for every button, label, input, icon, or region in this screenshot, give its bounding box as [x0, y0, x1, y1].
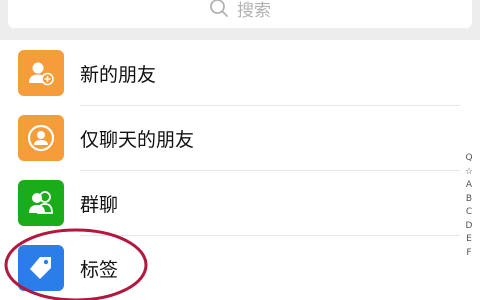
contact-item-tags[interactable]: 标签 — [0, 236, 458, 300]
index-letter[interactable]: E — [466, 233, 472, 247]
index-letter[interactable]: B — [466, 193, 472, 207]
new-friend-icon — [18, 50, 64, 96]
index-letter[interactable]: D — [466, 220, 473, 234]
group-chat-icon — [18, 180, 64, 226]
search-bar-area: 搜索 — [0, 0, 480, 40]
contact-item-new-friends[interactable]: 新的朋友 — [0, 41, 458, 105]
index-letter[interactable]: C — [466, 206, 472, 220]
tag-icon — [18, 245, 64, 291]
alphabet-index-bar[interactable]: Q ☆ A B C D E F — [462, 152, 476, 260]
index-starred[interactable]: ☆ — [465, 166, 473, 180]
index-letter[interactable]: F — [466, 247, 471, 261]
chat-only-friend-icon — [18, 115, 64, 161]
contact-item-label: 新的朋友 — [80, 63, 157, 86]
search-icon — [210, 0, 228, 17]
search-input[interactable]: 搜索 — [8, 0, 472, 28]
contact-item-group-chats[interactable]: 群聊 — [0, 171, 458, 235]
contact-item-label: 标签 — [80, 258, 119, 281]
contact-item-chat-only-friends[interactable]: 仅聊天的朋友 — [0, 106, 458, 170]
contact-item-label: 仅聊天的朋友 — [80, 128, 195, 151]
contact-item-label: 群聊 — [80, 193, 119, 216]
index-search[interactable]: Q — [465, 152, 472, 166]
search-placeholder: 搜索 — [237, 0, 271, 21]
index-letter[interactable]: A — [466, 179, 472, 193]
